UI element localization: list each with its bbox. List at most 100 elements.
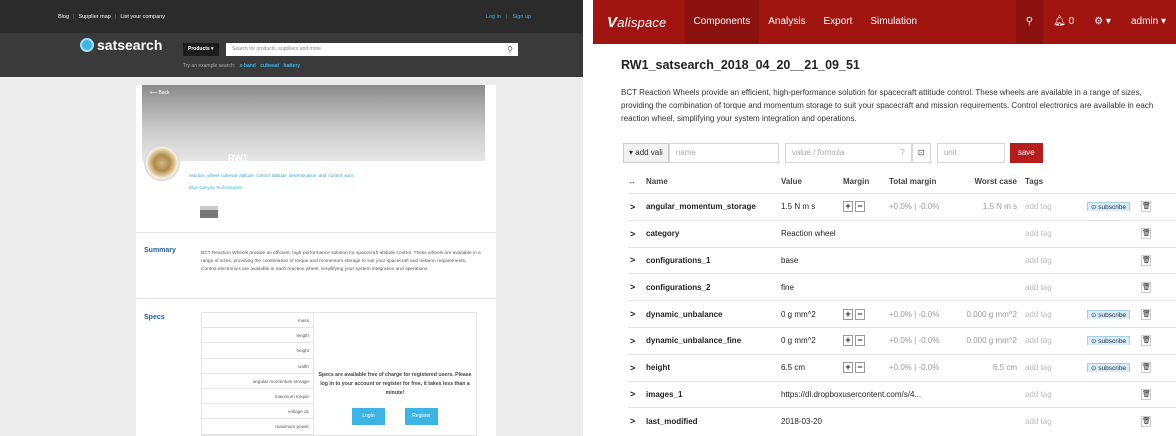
col-value[interactable]: Value bbox=[781, 177, 843, 186]
subscribe-button[interactable]: ⊙ subscribe bbox=[1087, 336, 1131, 346]
vali-name[interactable]: height bbox=[646, 363, 781, 372]
unit-input[interactable]: unit bbox=[936, 143, 1005, 163]
trash-icon[interactable]: 🗑︎ bbox=[1141, 335, 1151, 347]
product-tags[interactable]: reaction wheel cubesat attitude control … bbox=[189, 173, 354, 178]
save-button[interactable]: save bbox=[1009, 143, 1043, 163]
subscribe-button[interactable]: ⊙ subscribe bbox=[1087, 202, 1131, 212]
search-icon[interactable]: ⚲ bbox=[507, 43, 513, 56]
text-value[interactable]: fine bbox=[781, 283, 1025, 292]
value-input[interactable]: value / formula ? bbox=[784, 143, 912, 163]
col-worst-case[interactable]: Worst case bbox=[957, 177, 1025, 186]
trash-icon[interactable]: 🗑︎ bbox=[1141, 308, 1151, 320]
subtract-margin-button[interactable]: − bbox=[855, 335, 865, 347]
satsearch-logo[interactable]: satsearch bbox=[80, 37, 162, 53]
vali-name[interactable]: angular_momentum_storage bbox=[646, 202, 781, 211]
table-row[interactable]: > configurations_1 base add tag 🗑︎ bbox=[628, 246, 1176, 274]
trash-icon[interactable]: 🗑︎ bbox=[1141, 281, 1151, 293]
chevron-right-icon[interactable]: > bbox=[628, 229, 646, 239]
login-button[interactable]: Login bbox=[352, 408, 385, 425]
vali-name[interactable]: last_modified bbox=[646, 417, 781, 426]
table-row[interactable]: > last_modified 2018-03-20 add tag 🗑︎ bbox=[628, 407, 1176, 434]
chevron-right-icon[interactable]: > bbox=[628, 416, 646, 426]
register-button[interactable]: Register bbox=[405, 408, 438, 425]
component-description[interactable]: BCT Reaction Wheels provide an efficient… bbox=[621, 86, 1169, 125]
add-margin-button[interactable]: + bbox=[843, 335, 853, 347]
add-margin-button[interactable]: + bbox=[843, 362, 853, 374]
vali-name[interactable]: dynamic_unbalance bbox=[646, 310, 781, 319]
expand-all-icon[interactable]: ↔ bbox=[628, 177, 646, 186]
add-tag-field[interactable]: add tag bbox=[1025, 202, 1087, 211]
vali-name[interactable]: configurations_1 bbox=[646, 256, 781, 265]
products-dropdown[interactable]: Products ▾ bbox=[183, 43, 219, 56]
add-tag-field[interactable]: add tag bbox=[1025, 390, 1087, 399]
chevron-right-icon[interactable]: > bbox=[628, 389, 646, 399]
vali-name[interactable]: configurations_2 bbox=[646, 283, 781, 292]
trash-icon[interactable]: 🗑︎ bbox=[1141, 362, 1151, 374]
signup-link[interactable]: Sign up bbox=[512, 14, 531, 20]
table-row[interactable]: > configurations_2 fine add tag 🗑︎ bbox=[628, 273, 1176, 300]
table-row[interactable]: > angular_momentum_storage 1.5 N m s + − +0.0… bbox=[628, 193, 1176, 220]
vali-name[interactable]: images_1 bbox=[646, 390, 781, 399]
trash-icon[interactable]: 🗑︎ bbox=[1141, 415, 1151, 427]
example-xband[interactable]: x-band bbox=[239, 63, 255, 69]
add-tag-field[interactable]: add tag bbox=[1025, 417, 1087, 426]
add-margin-button[interactable]: + bbox=[843, 308, 853, 320]
vali-value[interactable]: 0 g mm^2 bbox=[781, 336, 843, 345]
vali-name[interactable]: category bbox=[646, 229, 781, 238]
col-margin[interactable]: Margin bbox=[843, 177, 889, 186]
vali-name[interactable]: dynamic_unbalance_fine bbox=[646, 336, 781, 345]
table-row[interactable]: > dynamic_unbalance_fine 0 g mm^2 + − +0.0% |… bbox=[628, 326, 1176, 354]
add-tag-field[interactable]: add tag bbox=[1025, 256, 1087, 265]
search-input[interactable]: Search for products, suppliers and more … bbox=[226, 43, 518, 56]
table-row[interactable]: > category Reaction wheel add tag 🗑︎ bbox=[628, 219, 1176, 247]
add-tag-field[interactable]: add tag bbox=[1025, 336, 1087, 345]
subtract-margin-button[interactable]: − bbox=[855, 362, 865, 374]
table-row[interactable]: > images_1 https://dl.dropboxusercontent.c… bbox=[628, 380, 1176, 408]
col-name[interactable]: Name bbox=[646, 177, 781, 186]
search-icon[interactable]: ⚲ bbox=[1015, 0, 1044, 44]
calculator-icon[interactable]: ⊡ bbox=[911, 143, 931, 163]
user-menu[interactable]: admin ▾ bbox=[1121, 0, 1176, 44]
vali-value[interactable]: 0 g mm^2 bbox=[781, 310, 843, 319]
name-input[interactable]: name bbox=[668, 143, 779, 163]
vali-value[interactable]: 6.5 cm bbox=[781, 363, 843, 372]
nav-analysis[interactable]: Analysis bbox=[759, 0, 814, 44]
trash-icon[interactable]: 🗑︎ bbox=[1141, 254, 1151, 266]
chevron-right-icon[interactable]: > bbox=[628, 309, 646, 319]
nav-simulation[interactable]: Simulation bbox=[861, 0, 926, 44]
add-tag-field[interactable]: add tag bbox=[1025, 310, 1087, 319]
text-value[interactable]: base bbox=[781, 256, 1025, 265]
subscribe-button[interactable]: ⊙ subscribe bbox=[1087, 309, 1131, 319]
example-battery[interactable]: battery bbox=[284, 63, 301, 69]
back-link[interactable]: ⟵ Back bbox=[150, 90, 170, 96]
add-tag-field[interactable]: add tag bbox=[1025, 283, 1087, 292]
text-value[interactable]: 2018-03-20 bbox=[781, 417, 1025, 426]
table-row[interactable]: > dynamic_unbalance 0 g mm^2 + − +0.0% | -0.0… bbox=[628, 300, 1176, 327]
chevron-right-icon[interactable]: > bbox=[628, 282, 646, 292]
table-row[interactable]: > height 6.5 cm + − +0.0% | -0.0% 6.5 cm add ta… bbox=[628, 353, 1176, 381]
chevron-right-icon[interactable]: > bbox=[628, 255, 646, 265]
help-icon[interactable]: ? bbox=[900, 144, 904, 162]
subtract-margin-button[interactable]: − bbox=[855, 201, 865, 213]
valispace-logo[interactable]: Valispace bbox=[607, 14, 667, 31]
datasheet-icon[interactable] bbox=[200, 206, 218, 218]
trash-icon[interactable]: 🗑︎ bbox=[1141, 201, 1151, 213]
manufacturer-link[interactable]: Blue Canyon Technologies bbox=[189, 185, 242, 190]
settings-button[interactable]: ⚙ ▾ bbox=[1084, 0, 1121, 44]
add-margin-button[interactable]: + bbox=[843, 201, 853, 213]
add-tag-field[interactable]: add tag bbox=[1025, 229, 1087, 238]
subscribe-button[interactable]: ⊙ subscribe bbox=[1087, 363, 1131, 373]
text-value[interactable]: https://dl.dropboxusercontent.com/s/4... bbox=[781, 390, 1025, 399]
list-company-link[interactable]: List your company bbox=[120, 14, 165, 20]
trash-icon[interactable]: 🗑︎ bbox=[1141, 228, 1151, 240]
subtract-margin-button[interactable]: − bbox=[855, 308, 865, 320]
add-vali-dropdown[interactable]: ▾ add vali bbox=[623, 143, 669, 163]
login-link[interactable]: Log in bbox=[486, 14, 501, 20]
notifications-button[interactable]: 🔔︎ 0 bbox=[1043, 0, 1084, 44]
nav-export[interactable]: Export bbox=[814, 0, 861, 44]
add-tag-field[interactable]: add tag bbox=[1025, 363, 1087, 372]
blog-link[interactable]: Blog bbox=[58, 14, 69, 20]
text-value[interactable]: Reaction wheel bbox=[781, 229, 1025, 238]
vali-value[interactable]: 1.5 N m s bbox=[781, 202, 843, 211]
trash-icon[interactable]: 🗑︎ bbox=[1141, 388, 1151, 400]
